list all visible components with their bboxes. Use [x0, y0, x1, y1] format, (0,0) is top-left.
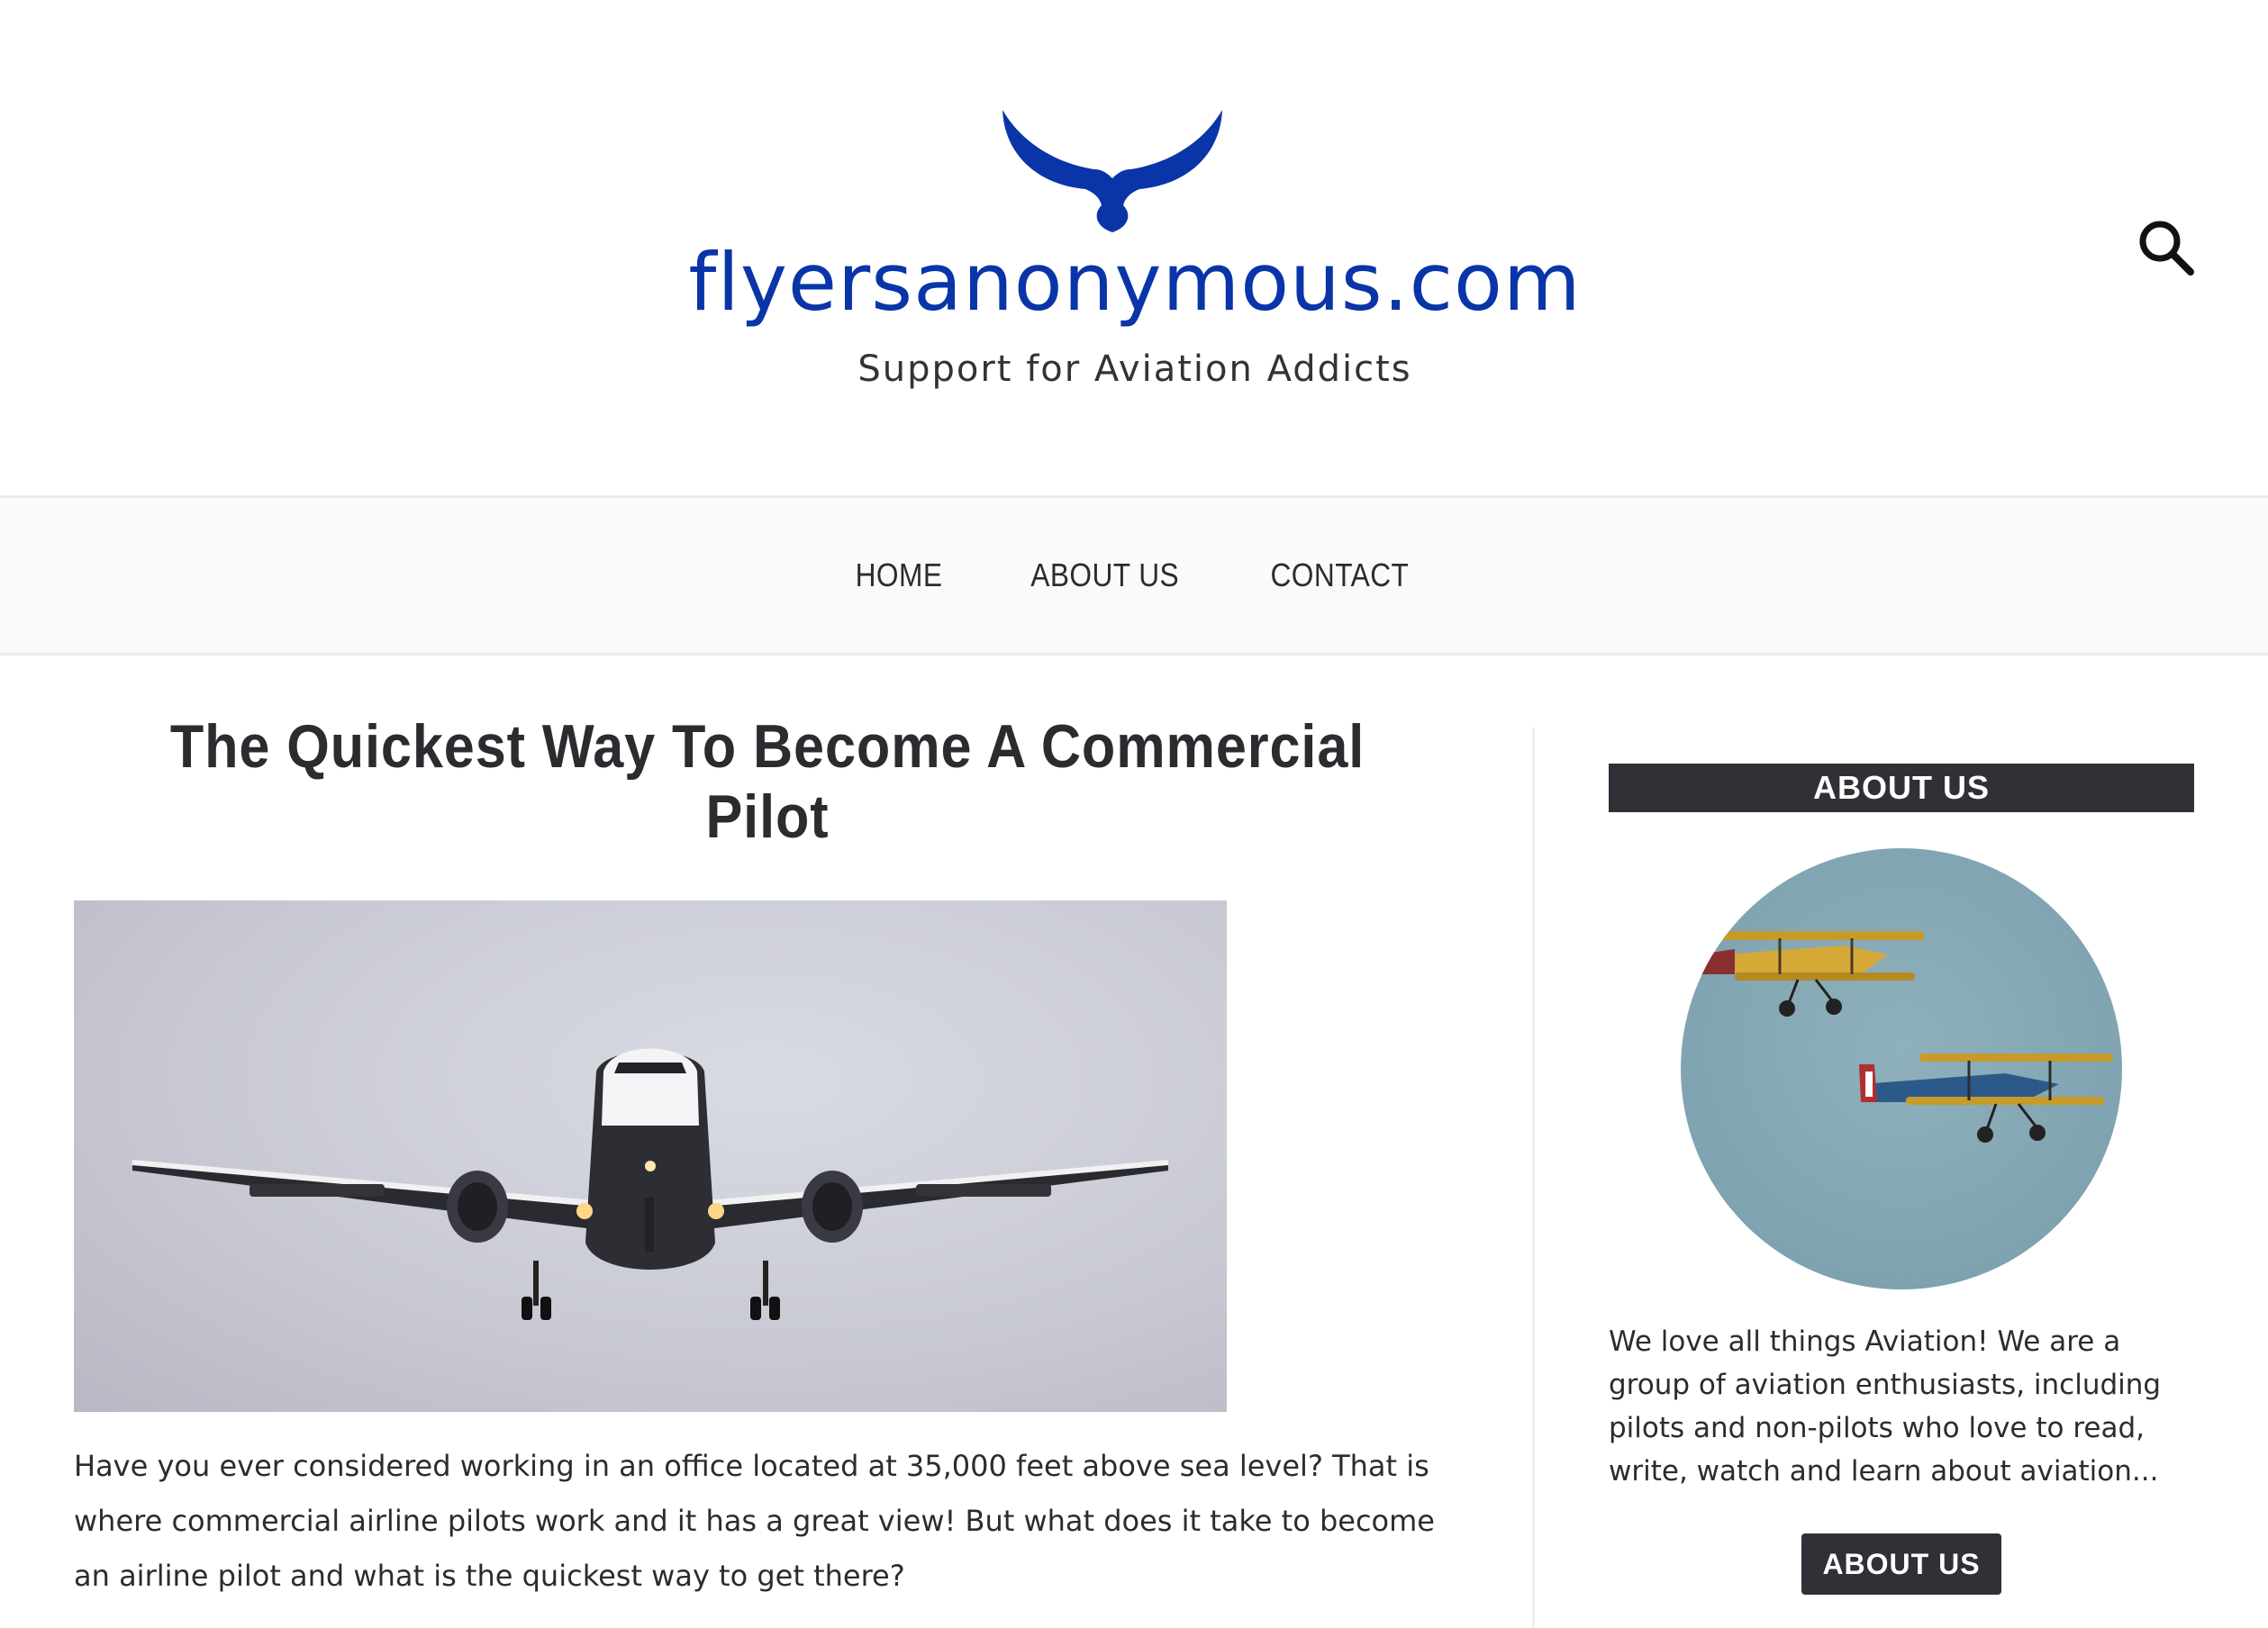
airplane-icon	[132, 1048, 1168, 1320]
nav-item-home[interactable]: HOME	[855, 556, 942, 594]
site-header: flyersanonymous.com Support for Aviation…	[0, 0, 2268, 495]
main-navigation: HOME ABOUT US CONTACT	[0, 495, 2268, 656]
search-button[interactable]	[2135, 216, 2198, 279]
nav-item-about-us[interactable]: ABOUT US	[1030, 556, 1179, 594]
widget-image-biplanes	[1681, 848, 2122, 1289]
biplane-icon	[1699, 931, 2113, 1143]
column-divider	[1532, 728, 1535, 1628]
post-excerpt: Have you ever considered working in an o…	[74, 1449, 1435, 1593]
search-icon	[2139, 221, 2194, 276]
widget-title: ABOUT US	[1609, 764, 2194, 812]
bird-logo-icon	[1002, 110, 1222, 232]
featured-image-airplane[interactable]	[74, 900, 1227, 1412]
logo-wordmark: flyersanonymous.com	[688, 236, 1582, 329]
widget-text: We love all things Aviation! We are a gr…	[1609, 1325, 2162, 1488]
nav-item-contact[interactable]: CONTACT	[1271, 556, 1410, 594]
main-content: The Quickest Way To Become A Commercial …	[0, 656, 2268, 1628]
about-us-button[interactable]: ABOUT US	[1801, 1533, 2001, 1595]
site-logo[interactable]: flyersanonymous.com Support for Aviation…	[685, 90, 1585, 414]
logo-tagline: Support for Aviation Addicts	[857, 348, 1412, 390]
post-title[interactable]: The Quickest Way To Become A Commercial …	[143, 711, 1392, 852]
